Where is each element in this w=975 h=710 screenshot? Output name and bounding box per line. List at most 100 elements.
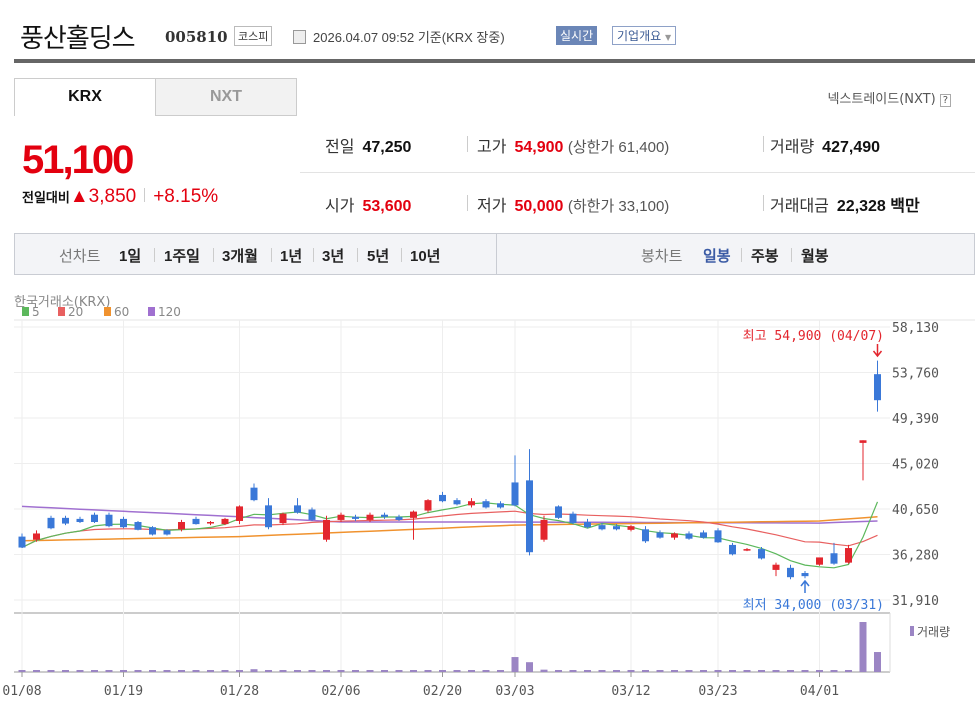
volume-bar (569, 670, 577, 672)
volume-bar (76, 670, 84, 672)
candle-body (874, 374, 881, 401)
y-tick-label: 45,020 (892, 458, 939, 473)
volume-bar (91, 670, 98, 672)
volume-bar (33, 670, 40, 672)
y-tick-label: 53,760 (892, 367, 939, 382)
candle-body (134, 522, 142, 530)
candle-body (381, 514, 388, 517)
volume-bar (743, 670, 751, 672)
candle-body (685, 533, 693, 539)
candle-body (265, 505, 272, 528)
candle-body (105, 514, 113, 527)
volume-bar (308, 670, 316, 672)
candle-body (192, 518, 200, 525)
volume-bar (482, 670, 490, 672)
candle-body (76, 518, 84, 523)
candle-body (149, 527, 156, 535)
x-tick-label: 01/08 (2, 684, 41, 699)
volume-bar (395, 670, 403, 672)
volume-bar (685, 670, 693, 672)
high-annotation: 최고 54,900 (04/07) (743, 329, 884, 344)
x-tick-label: 03/12 (611, 684, 650, 699)
candle-body (439, 494, 446, 502)
volume-bar (294, 670, 301, 672)
volume-bar (555, 670, 562, 672)
volume-bar (642, 670, 649, 672)
candle-body (250, 487, 258, 501)
volume-legend-swatch (910, 626, 914, 636)
volume-bar (511, 657, 519, 672)
volume-bar (352, 670, 359, 672)
volume-bar (236, 670, 243, 672)
volume-bar (729, 670, 736, 672)
volume-bar (178, 670, 185, 672)
volume-bar (279, 670, 287, 672)
volume-bar (337, 670, 345, 672)
candle-body (555, 506, 562, 518)
x-tick-label: 02/20 (423, 684, 462, 699)
volume-bar (105, 670, 113, 672)
volume-bar (540, 669, 548, 672)
low-annotation: 최저 34,000 (03/31) (743, 598, 884, 613)
volume-bar (671, 670, 678, 672)
volume-bar (120, 670, 127, 672)
candle-body (33, 533, 40, 540)
candle-body (279, 513, 287, 524)
volume-bar (845, 670, 852, 672)
candle-body (613, 526, 620, 530)
candle-body (671, 533, 678, 538)
candle-body (511, 482, 519, 506)
candle-body (714, 530, 722, 543)
candle-body (178, 522, 185, 530)
volume-bar (613, 670, 620, 672)
candle-body (743, 549, 751, 551)
candle-body (221, 518, 229, 525)
candle-body (352, 516, 359, 519)
volume-bar (221, 670, 229, 672)
candle-body (453, 500, 461, 505)
volume-bar (830, 670, 838, 672)
candle-body (497, 503, 504, 508)
volume-bar (787, 670, 794, 672)
candle-body (163, 530, 171, 535)
volume-bar (149, 670, 156, 672)
candle-body (482, 501, 490, 508)
volume-bar (410, 670, 417, 672)
y-tick-label: 40,650 (892, 503, 939, 518)
volume-bar (366, 670, 374, 672)
volume-bar (801, 670, 809, 672)
volume-bar (598, 670, 606, 672)
volume-bar (772, 670, 780, 672)
volume-bar (207, 670, 214, 672)
volume-bar (134, 670, 142, 672)
candle-body (236, 506, 243, 521)
x-tick-label: 04/01 (800, 684, 839, 699)
volume-legend-label: 거래량 (917, 625, 950, 639)
volume-bar (874, 652, 881, 672)
candle-body (424, 500, 432, 511)
candle-body (468, 501, 475, 506)
candle-body (816, 557, 823, 565)
volume-bar (584, 670, 591, 672)
x-tick-label: 03/03 (495, 684, 534, 699)
candle-body (569, 513, 577, 524)
candle-body (308, 509, 316, 520)
candle-body (729, 544, 736, 555)
volume-bar (468, 670, 475, 672)
candle-body (787, 567, 794, 578)
price-chart[interactable]: 58,130 53,760 49,390 45,020 40,650 36,280 31,9… (0, 0, 975, 710)
volume-bar (439, 670, 446, 672)
volume-bar (656, 670, 664, 672)
candle-body (859, 440, 867, 443)
volume-bar (816, 670, 823, 672)
y-tick-label: 36,280 (892, 549, 939, 564)
y-tick-label: 31,910 (892, 594, 939, 609)
volume-bar (250, 669, 258, 672)
candle-body (772, 564, 780, 570)
volume-bar (192, 670, 200, 672)
volume-bar (323, 670, 330, 672)
y-tick-label: 49,390 (892, 412, 939, 427)
volume-bar (627, 670, 635, 672)
candle-body (801, 573, 809, 577)
volume-bar (758, 670, 765, 672)
